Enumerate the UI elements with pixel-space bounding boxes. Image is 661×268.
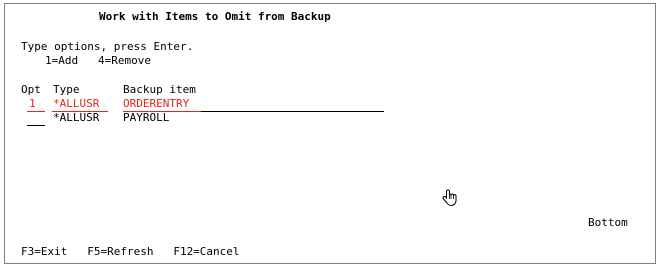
column-header-type: Type [53,83,80,96]
function-keys: F3=Exit F5=Refresh F12=Cancel [21,245,240,258]
row-1-item-field-underline [201,111,384,112]
hand-pointer-icon [442,189,457,207]
screen-title: Work with Items to Omit from Backup [99,10,331,23]
list-status: Bottom [588,216,628,229]
column-header-opt: Opt [21,83,41,96]
row-2-opt-underline [27,125,45,126]
row-2-backup-item: PAYROLL [123,111,170,124]
row-1-type: *ALLUSR [53,97,100,110]
row-1-opt-input[interactable]: 1 [29,97,36,110]
instructions-text: Type options, press Enter. [21,40,194,53]
column-header-backup-item: Backup item [123,83,196,96]
row-1-opt-underline [27,111,45,112]
row-2-type: *ALLUSR [53,111,100,124]
terminal-screen: Work with Items to Omit from Backup Type… [4,3,656,264]
row-1-backup-item: ORDERENTRY [123,97,190,110]
options-legend: 1=Add 4=Remove [45,54,151,67]
